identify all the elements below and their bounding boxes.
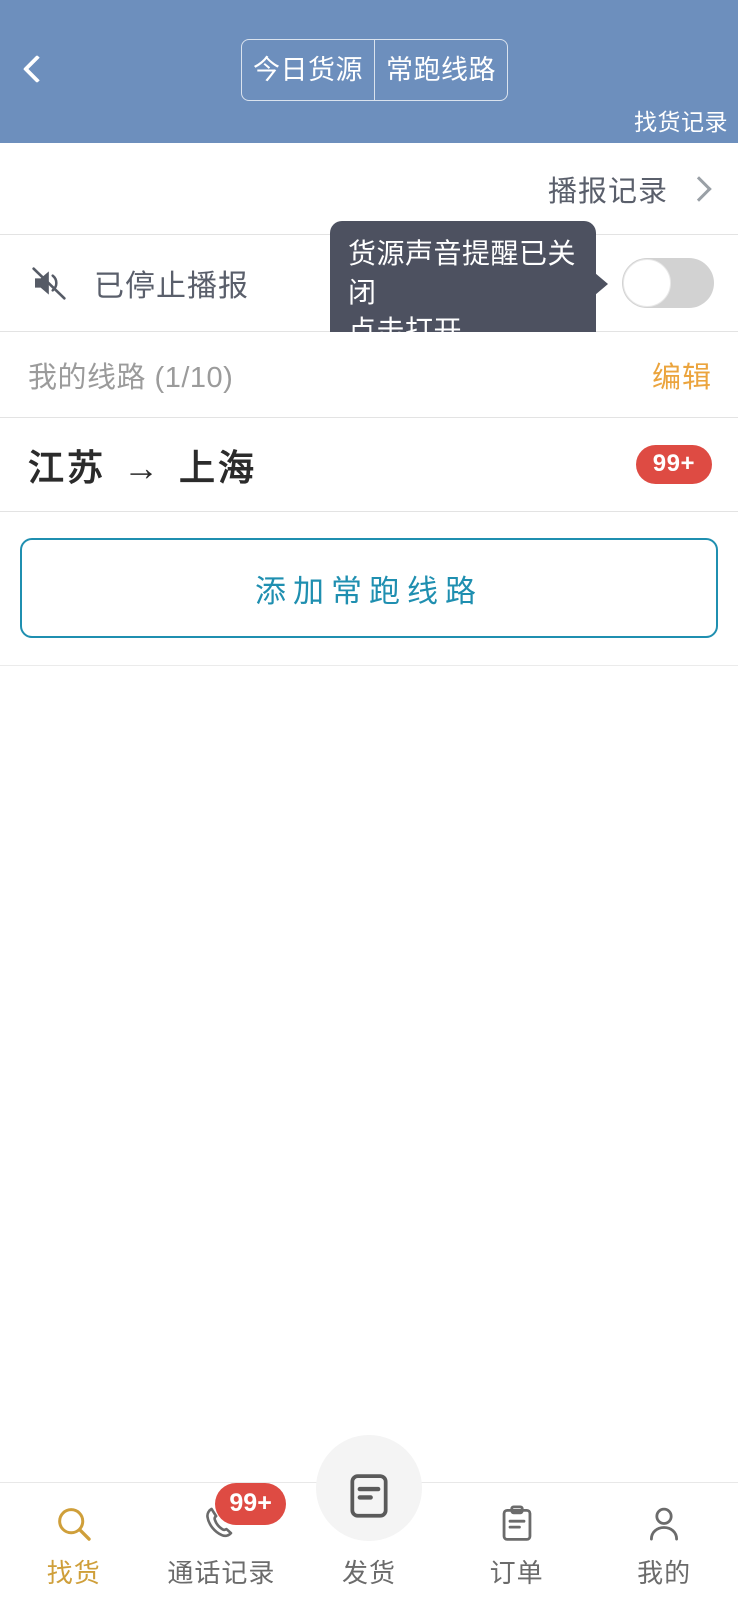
tab-label: 我的 xyxy=(637,1558,692,1588)
find-goods-history-label: 找货记录 xyxy=(634,109,728,135)
tab-label: 发货 xyxy=(341,1558,396,1588)
mute-status-label: 已停止播报 xyxy=(94,270,249,303)
chevron-left-icon xyxy=(22,54,52,84)
route-origin: 江苏 xyxy=(28,446,107,488)
clipboard-icon xyxy=(496,1499,538,1549)
unread-badge: 99+ xyxy=(215,1483,286,1525)
document-icon xyxy=(344,1469,394,1530)
tab-label: 订单 xyxy=(489,1558,544,1588)
sound-alert-toggle[interactable] xyxy=(622,258,714,308)
segmented-control[interactable]: 今日货源 常跑线路 xyxy=(241,39,508,101)
segment-today-goods[interactable]: 今日货源 xyxy=(242,40,374,100)
table-row[interactable]: 江苏 → 上海 99+ xyxy=(0,418,738,511)
tab-label: 通话记录 xyxy=(167,1558,276,1588)
broadcast-history-label: 播报记录 xyxy=(547,175,668,208)
route-destination: 上海 xyxy=(179,446,258,488)
route-label: 江苏 → 上海 xyxy=(28,439,257,491)
segment-frequent-routes[interactable]: 常跑线路 xyxy=(374,40,507,100)
status-badge: 99+ xyxy=(635,445,712,484)
add-route-section: 添加常跑线路 xyxy=(0,512,738,665)
edit-routes-button[interactable]: 编辑 xyxy=(652,354,712,396)
add-frequent-route-label: 添加常跑线路 xyxy=(255,573,483,609)
speaker-mute-icon xyxy=(32,267,66,300)
tab-profile[interactable]: 我的 xyxy=(590,1483,738,1600)
segment-label: 常跑线路 xyxy=(386,54,496,85)
my-routes-header: 我的线路 (1/10) 编辑 xyxy=(0,332,738,417)
tooltip-line-1: 货源声音提醒已关闭 xyxy=(348,238,577,308)
bottom-tab-bar: 找货 99+ 通话记录 发货 订单 我的 xyxy=(0,1435,738,1600)
route-arrow-icon: → xyxy=(123,446,163,488)
segment-label: 今日货源 xyxy=(253,54,363,85)
app-screen: 今日货源 常跑线路 找货记录 播报记录 已停止播报 货源声音提醒已关闭 点击打开 xyxy=(0,0,738,1600)
chevron-right-icon xyxy=(686,175,712,202)
add-frequent-route-button[interactable]: 添加常跑线路 xyxy=(20,538,718,638)
tab-orders[interactable]: 订单 xyxy=(443,1483,591,1600)
phone-icon: 99+ xyxy=(200,1483,286,1549)
find-goods-history-link[interactable]: 找货记录 xyxy=(634,103,728,137)
broadcast-mute-row[interactable]: 已停止播报 货源声音提醒已关闭 点击打开 xyxy=(0,221,738,367)
tab-find-goods[interactable]: 找货 xyxy=(0,1483,148,1600)
page-header: 今日货源 常跑线路 找货记录 xyxy=(0,0,738,143)
tab-call-records[interactable]: 99+ 通话记录 xyxy=(148,1483,296,1600)
person-icon xyxy=(643,1499,685,1549)
my-routes-title: 我的线路 (1/10) xyxy=(28,361,234,394)
tab-ship-goods[interactable]: 发货 xyxy=(295,1435,443,1600)
tab-label: 找货 xyxy=(46,1558,101,1588)
tooltip-arrow xyxy=(595,273,608,295)
search-icon xyxy=(53,1499,95,1549)
divider xyxy=(0,665,738,666)
back-button[interactable] xyxy=(6,38,68,100)
toggle-knob xyxy=(623,259,671,307)
